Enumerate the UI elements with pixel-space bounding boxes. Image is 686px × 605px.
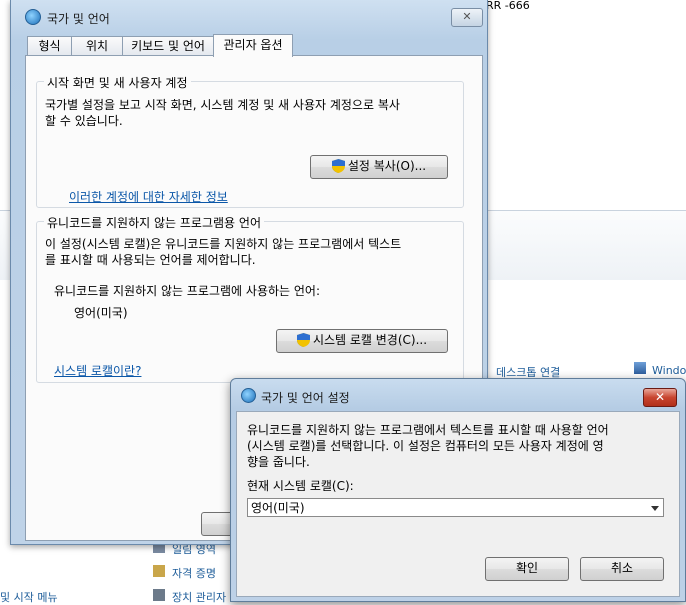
description-line2: (시스템 로캘)를 선택합니다. 이 설정은 컴퓨터의 모든 사용자 계정에 영 <box>247 439 604 453</box>
credential-link[interactable]: 자격 증명 <box>172 565 216 581</box>
device-manager-icon <box>153 589 165 601</box>
close-button[interactable]: ✕ <box>643 388 677 407</box>
dialog-body: 유니코드를 지원하지 않는 프로그램에서 텍스트를 표시할 때 사용할 언어 (… <box>236 411 680 597</box>
tab-keyboards[interactable]: 키보드 및 언어 <box>122 36 214 56</box>
windows-icon <box>634 362 646 374</box>
close-button[interactable]: ✕ <box>451 8 483 27</box>
welcome-screen-group: 시작 화면 및 새 사용자 계정 국가별 설정을 보고 시작 화면, 시스템 계… <box>36 74 464 208</box>
shield-icon <box>296 333 310 347</box>
tab-location[interactable]: 위치 <box>71 36 123 56</box>
dialog-title: 국가 및 언어 설정 <box>261 391 350 405</box>
globe-icon <box>241 388 256 403</box>
description-line3: 향을 줍니다. <box>247 455 310 469</box>
region-language-settings-dialog: 국가 및 언어 설정 ✕ 유니코드를 지원하지 않는 프로그램에서 텍스트를 표… <box>230 378 686 602</box>
what-is-system-locale-link[interactable]: 시스템 로캘이란? <box>54 362 141 379</box>
current-locale-value: 영어(미국) <box>74 306 128 320</box>
current-locale-label: 유니코드를 지원하지 않는 프로그램에 사용하는 언어: <box>54 284 320 298</box>
tab-formats[interactable]: 형식 <box>27 36 72 56</box>
group-title: 유니코드를 지원하지 않는 프로그램용 언어 <box>44 214 264 231</box>
change-system-locale-label: 시스템 로캘 변경(C)... <box>312 333 428 347</box>
device-manager-link[interactable]: 장치 관리자 <box>172 589 226 605</box>
group-description-line1: 이 설정(시스템 로캘)은 유니코드를 지원하지 않는 프로그램에서 텍스트 <box>45 237 402 251</box>
group-description-line2: 할 수 있습니다. <box>45 114 123 128</box>
credential-icon <box>153 565 165 577</box>
start-menu-link[interactable]: 및 시작 메뉴 <box>0 589 58 605</box>
globe-icon <box>25 9 41 25</box>
tab-administrative[interactable]: 관리자 옵션 <box>213 34 293 57</box>
system-locale-select[interactable]: 영어(미국) <box>247 498 664 517</box>
background-error-text: RR -666 <box>486 0 530 12</box>
account-info-link[interactable]: 이러한 계정에 대한 자세한 정보 <box>69 188 228 205</box>
copy-settings-label: 설정 복사(O)... <box>347 159 427 173</box>
non-unicode-group: 유니코드를 지원하지 않는 프로그램용 언어 이 설정(시스템 로캘)은 유니코… <box>36 214 464 383</box>
dropdown-arrow-icon <box>651 506 659 511</box>
group-description-line2: 를 표시할 때 사용되는 언어를 제어합니다. <box>45 253 256 267</box>
selected-locale: 영어(미국) <box>251 501 305 515</box>
change-system-locale-button[interactable]: 시스템 로캘 변경(C)... <box>276 329 448 353</box>
description-line1: 유니코드를 지원하지 않는 프로그램에서 텍스트를 표시할 때 사용할 언어 <box>247 423 609 437</box>
copy-settings-button[interactable]: 설정 복사(O)... <box>310 155 448 179</box>
windows-link[interactable]: Windo <box>652 364 686 377</box>
ok-button[interactable]: 확인 <box>485 557 569 581</box>
shield-icon <box>331 159 345 173</box>
cancel-button[interactable]: 취소 <box>580 557 664 581</box>
dialog-title: 국가 및 언어 <box>47 12 110 26</box>
system-locale-label: 현재 시스템 로캘(C): <box>247 479 354 493</box>
group-title: 시작 화면 및 새 사용자 계정 <box>44 74 191 91</box>
group-description-line1: 국가별 설정을 보고 시작 화면, 시스템 계정 및 새 사용자 계정으로 복사 <box>45 98 400 112</box>
